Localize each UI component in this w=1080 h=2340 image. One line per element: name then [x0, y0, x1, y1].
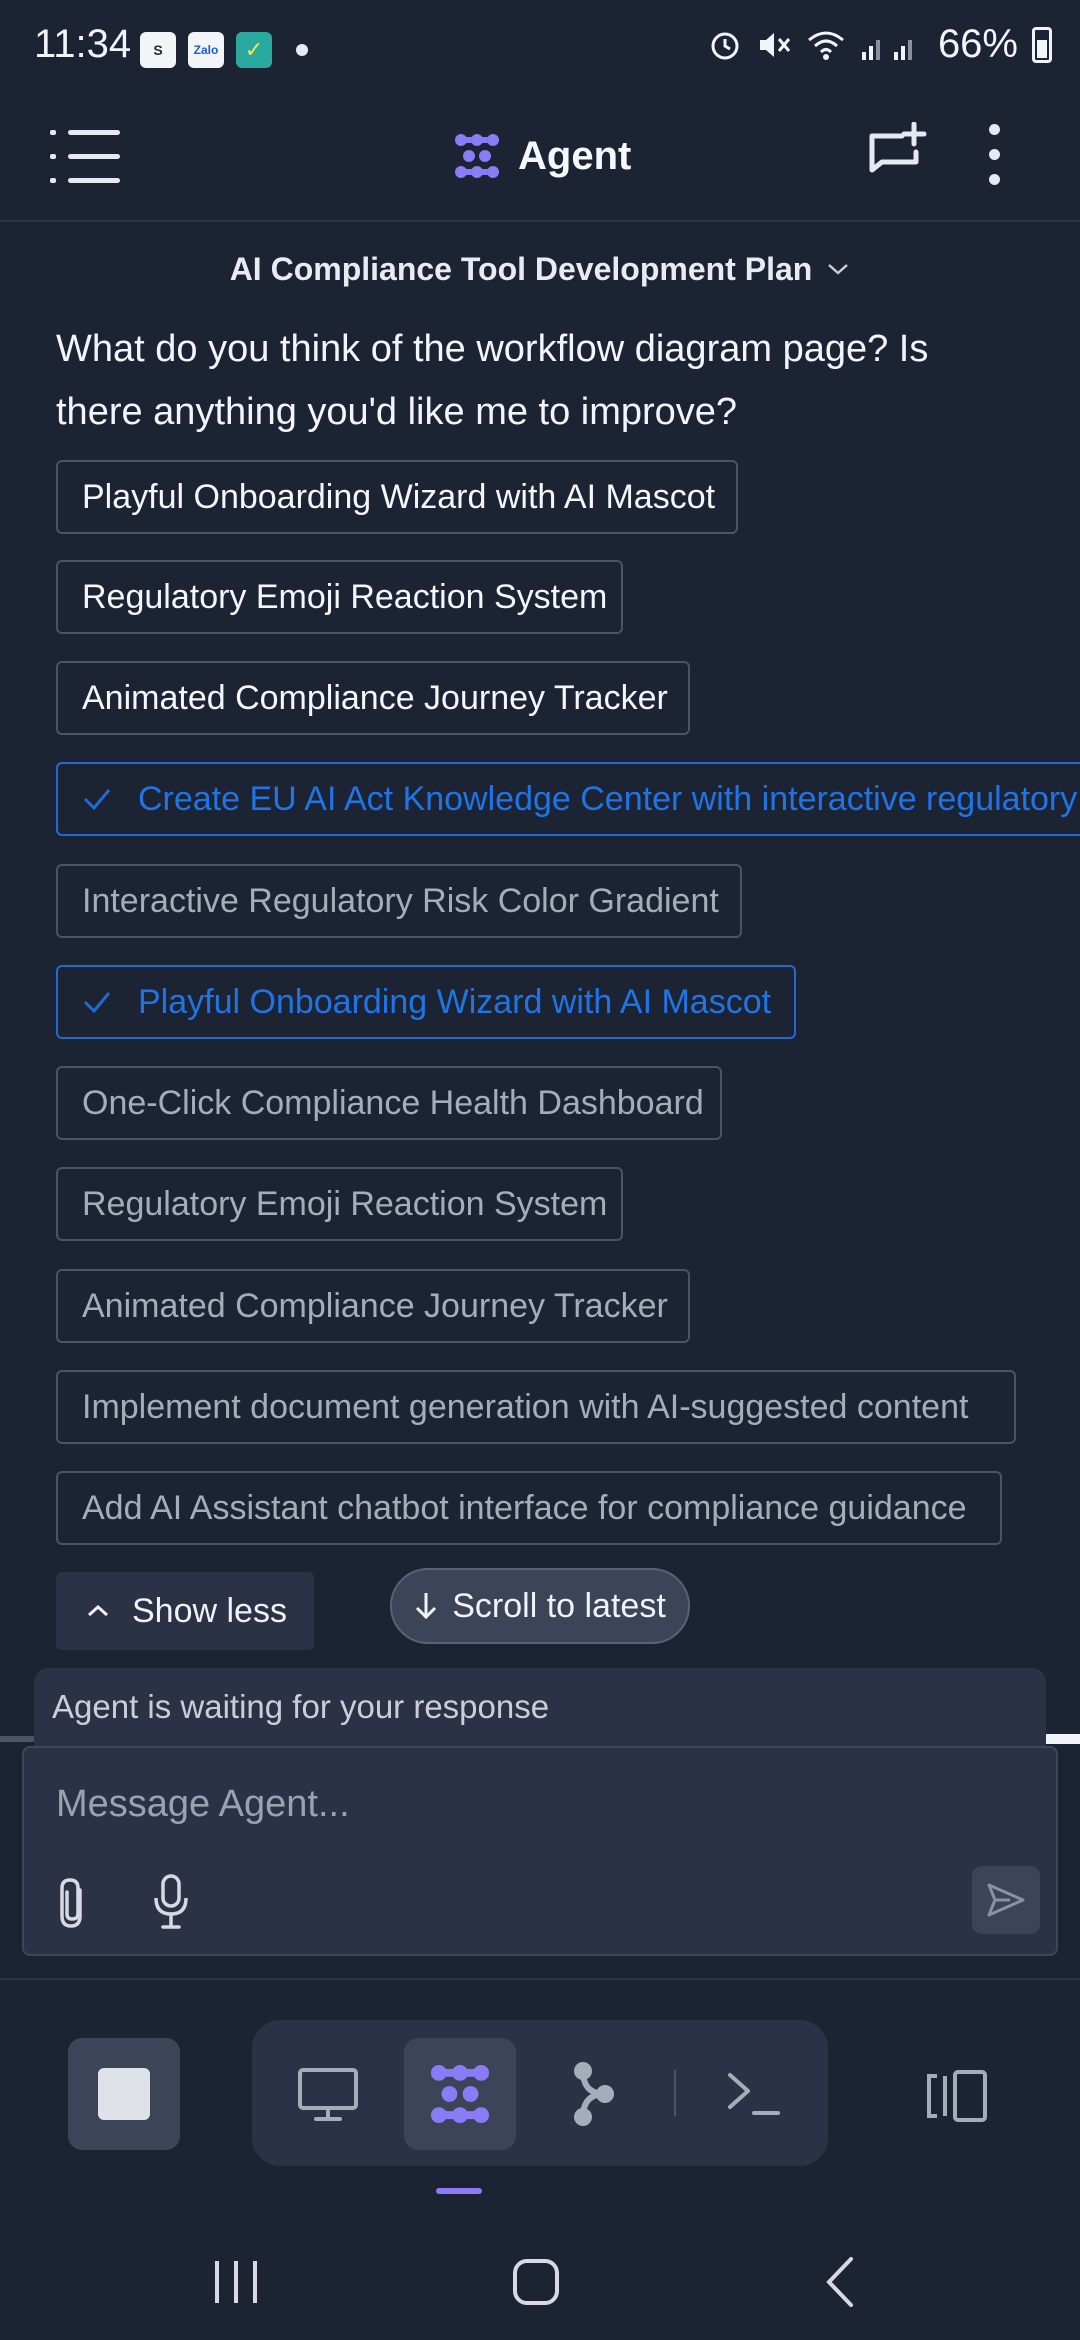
option-label: Add AI Assistant chatbot interface for c… [82, 1488, 967, 1527]
agent-logo-icon [455, 134, 499, 178]
branch-icon [574, 2062, 614, 2126]
option-chip[interactable]: One-Click Compliance Health Dashboard [56, 1066, 722, 1140]
signal-icon [861, 39, 912, 60]
battery-icon [1032, 26, 1052, 63]
waiting-status: Agent is waiting for your response [34, 1668, 1046, 1746]
back-button[interactable] [790, 2242, 890, 2322]
git-tool[interactable] [538, 2038, 650, 2150]
monitor-icon [298, 2068, 358, 2121]
option-chip-selected[interactable]: Playful Onboarding Wizard with AI Mascot [56, 965, 796, 1039]
agent-logo-icon [430, 2064, 490, 2124]
recent-apps-icon [215, 2261, 257, 2303]
agent-question: What do you think of the workflow diagra… [56, 328, 929, 433]
microphone-icon[interactable] [148, 1872, 194, 1932]
home-icon [513, 2259, 559, 2305]
option-label: Animated Compliance Journey Tracker [82, 678, 668, 717]
agent-tool[interactable] [404, 2038, 516, 2150]
task-app-icon: ✓ [236, 32, 272, 68]
option-chip[interactable]: Playful Onboarding Wizard with AI Mascot [56, 460, 738, 534]
show-less-label: Show less [132, 1591, 287, 1630]
divider-line [0, 1736, 34, 1742]
option-chip[interactable]: Animated Compliance Journey Tracker [56, 1269, 690, 1343]
check-icon [83, 992, 111, 1014]
arrow-down-icon [416, 1593, 437, 1620]
option-label: One-Click Compliance Health Dashboard [82, 1083, 704, 1122]
conversation-title[interactable]: AI Compliance Tool Development Plan [0, 246, 1080, 292]
conversation-title-text: AI Compliance Tool Development Plan [229, 250, 813, 287]
divider-line [674, 2070, 676, 2116]
stop-button[interactable] [68, 2038, 180, 2150]
status-time: 11:34 [34, 22, 132, 66]
hamburger-icon[interactable] [50, 130, 120, 186]
option-chip[interactable]: Add AI Assistant chatbot interface for c… [56, 1471, 1002, 1545]
option-chip[interactable]: Regulatory Emoji Reaction System [56, 560, 623, 634]
scroll-to-latest-label: Scroll to latest [452, 1586, 666, 1625]
battery-percent: 66% [937, 22, 1018, 66]
system-nav-bar [0, 2214, 1080, 2340]
zalo-icon: Zalo [188, 32, 224, 68]
new-chat-icon[interactable] [866, 122, 928, 184]
option-chip-selected[interactable]: Create EU AI Act Knowledge Center with i… [56, 762, 1080, 836]
scroll-to-latest-button[interactable]: Scroll to latest [390, 1568, 690, 1644]
recent-apps-button[interactable] [186, 2242, 286, 2322]
option-label: Create EU AI Act Knowledge Center with i… [138, 779, 1078, 818]
back-icon [826, 2257, 853, 2307]
message-input[interactable] [54, 1778, 998, 1830]
active-tab-indicator [436, 2188, 482, 2194]
shopee-icon: S [140, 32, 176, 68]
app-title-text: Agent [518, 133, 632, 178]
home-button[interactable] [486, 2242, 586, 2322]
option-label: Regulatory Emoji Reaction System [82, 577, 608, 616]
message-composer [22, 1746, 1058, 1956]
mute-icon [759, 32, 791, 57]
terminal-icon [728, 2073, 780, 2115]
notification-dot-icon [296, 44, 308, 56]
kebab-icon[interactable] [980, 122, 1010, 188]
status-indicators: 66% [708, 22, 1052, 67]
option-label: Interactive Regulatory Risk Color Gradie… [82, 881, 719, 920]
option-label: Regulatory Emoji Reaction System [82, 1184, 608, 1223]
option-label: Animated Compliance Journey Tracker [82, 1286, 668, 1325]
app-title: Agent [452, 126, 631, 186]
check-icon [83, 789, 111, 811]
panels-button[interactable] [908, 2048, 1004, 2144]
status-bar: 11:34 S Zalo ✓ 66% [0, 0, 1080, 96]
send-icon [987, 1883, 1025, 1917]
option-label: Playful Onboarding Wizard with AI Mascot [138, 982, 772, 1021]
option-label: Playful Onboarding Wizard with AI Mascot [82, 477, 716, 516]
app-header: Agent [0, 96, 1080, 222]
chevron-up-icon [88, 1604, 108, 1617]
wifi-icon [807, 31, 844, 60]
paperclip-icon[interactable] [50, 1876, 96, 1932]
stop-icon [98, 2068, 150, 2120]
preview-tool[interactable] [272, 2038, 384, 2150]
option-label: Implement document generation with AI-su… [82, 1387, 969, 1426]
split-panels-icon [927, 2070, 987, 2122]
alarm-icon [711, 32, 739, 59]
shell-tool[interactable] [698, 2038, 810, 2150]
tool-switcher [252, 2020, 828, 2166]
show-less-button[interactable]: Show less [56, 1572, 314, 1650]
divider-line [0, 1978, 1080, 1980]
option-chip[interactable]: Implement document generation with AI-su… [56, 1370, 1016, 1444]
chevron-down-icon [828, 264, 849, 275]
option-chip[interactable]: Interactive Regulatory Risk Color Gradie… [56, 864, 742, 938]
option-chip[interactable]: Regulatory Emoji Reaction System [56, 1167, 623, 1241]
send-button[interactable] [972, 1866, 1040, 1934]
divider-line [1046, 1734, 1080, 1744]
option-chip[interactable]: Animated Compliance Journey Tracker [56, 661, 690, 735]
